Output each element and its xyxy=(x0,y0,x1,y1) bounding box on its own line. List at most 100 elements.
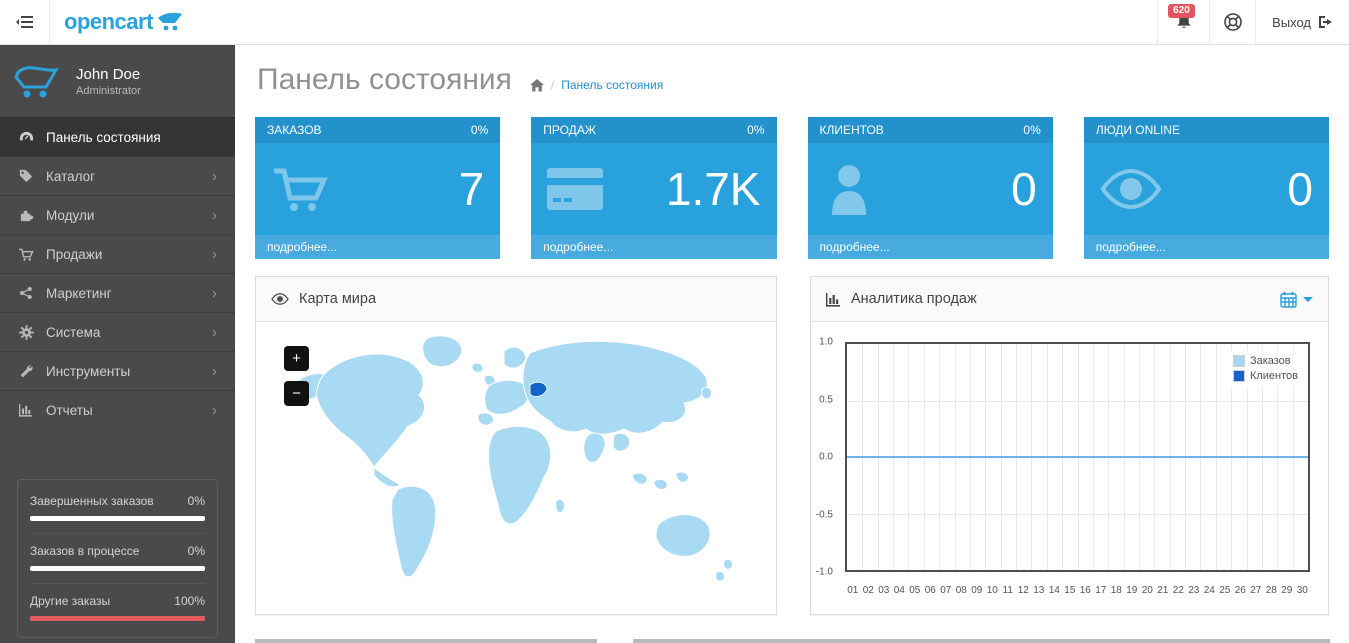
tile-orders: ЗАКАЗОВ 0% 7 подробнее... xyxy=(255,117,501,259)
x-tick-label: 28 xyxy=(1265,585,1277,596)
caret-down-icon xyxy=(1303,296,1313,302)
legend-swatch-icon xyxy=(1232,355,1245,367)
legend-entry: Заказов xyxy=(1232,355,1298,367)
breadcrumb: / Панель состояния xyxy=(529,78,663,92)
next-panel-edge-right xyxy=(633,639,1330,643)
tile-value: 0 xyxy=(1011,163,1037,215)
tile-more-link[interactable]: подробнее... xyxy=(807,235,1053,259)
grid-hline xyxy=(847,400,1308,402)
x-tick-label: 24 xyxy=(1203,585,1215,596)
share-icon xyxy=(18,286,34,300)
stat-value: 0% xyxy=(187,494,205,508)
user-name: John Doe xyxy=(76,65,141,83)
x-tick-label: 06 xyxy=(924,585,936,596)
x-tick-label: 29 xyxy=(1281,585,1293,596)
sidebar-nav: Панель состояния Каталог › Модули › Прод… xyxy=(0,117,235,429)
legend-label: Заказов xyxy=(1249,355,1291,367)
x-tick-label: 17 xyxy=(1095,585,1107,596)
breadcrumb-link-dashboard[interactable]: Панель состояния xyxy=(561,78,663,92)
stat-label: Заказов в процессе xyxy=(30,544,140,558)
sidebar-item-reports[interactable]: Отчеты › xyxy=(0,390,235,429)
world-map[interactable] xyxy=(256,322,776,614)
sign-out-icon xyxy=(1318,15,1333,29)
sidebar-item-sales[interactable]: Продажи › xyxy=(0,234,235,273)
page-title: Панель состояния xyxy=(257,63,512,96)
sales-analytics-heading: Аналитика продаж xyxy=(811,277,1328,322)
sidebar-item-label: Отчеты xyxy=(46,402,93,418)
x-tick-label: 11 xyxy=(1002,585,1013,596)
sidebar-item-system[interactable]: Система › xyxy=(0,312,235,351)
chart-x-axis: 01 02 03 04 05 06 07 08 09 10 11 12 13 14 15 16 17 18 19 20… xyxy=(845,585,1310,596)
x-tick-label: 09 xyxy=(971,585,983,596)
x-tick-label: 19 xyxy=(1126,585,1138,596)
logout-button[interactable]: Выход xyxy=(1255,0,1349,44)
tile-more-link[interactable]: подробнее... xyxy=(1083,235,1329,259)
sidebar-item-label: Инструменты xyxy=(46,363,131,379)
logout-label: Выход xyxy=(1272,14,1311,30)
map-zoom-in-button[interactable]: + xyxy=(284,346,309,371)
sidebar-item-label: Маркетинг xyxy=(46,285,112,301)
x-tick-label: 13 xyxy=(1033,585,1045,596)
chevron-right-icon: › xyxy=(212,362,217,380)
progress-bar xyxy=(30,616,205,621)
support-button[interactable] xyxy=(1209,0,1255,44)
y-tick-label: -1.0 xyxy=(815,566,833,578)
stat-value: 0% xyxy=(187,544,205,558)
stat-label: Другие заказы xyxy=(30,594,111,608)
next-panel-edge-left xyxy=(255,639,597,643)
map-zoom-controls: + − xyxy=(284,346,309,406)
user-role: Administrator xyxy=(76,84,141,97)
menu-toggle-button[interactable] xyxy=(0,0,50,44)
tile-customers: КЛИЕНТОВ 0% 0 подробнее... xyxy=(807,117,1053,259)
stat-label: Завершенных заказов xyxy=(30,494,154,508)
home-icon[interactable] xyxy=(529,78,544,92)
tile-value: 1.7K xyxy=(665,163,761,215)
cart-icon xyxy=(271,164,329,214)
tag-icon xyxy=(18,169,34,183)
x-tick-label: 25 xyxy=(1219,585,1231,596)
progress-bar xyxy=(30,516,205,521)
date-range-button[interactable] xyxy=(1280,291,1313,308)
puzzle-icon xyxy=(18,208,34,223)
tile-label: ПРОДАЖ xyxy=(543,123,596,137)
sales-analytics-body: 1.0 0.5 0.0 -0.5 -1.0 Заказов Клиентов 01 02 03… xyxy=(811,322,1328,614)
sidebar-item-label: Каталог xyxy=(46,168,96,184)
x-tick-label: 02 xyxy=(862,585,874,596)
sidebar-item-catalog[interactable]: Каталог › xyxy=(0,156,235,195)
tile-more-link[interactable]: подробнее... xyxy=(255,235,501,259)
sidebar-item-dashboard[interactable]: Панель состояния xyxy=(0,117,235,156)
tile-percent: 0% xyxy=(1023,123,1041,137)
calendar-icon xyxy=(1280,291,1297,308)
brand-text: opencart xyxy=(64,9,153,34)
x-tick-label: 18 xyxy=(1110,585,1122,596)
stat-tiles-row: ЗАКАЗОВ 0% 7 подробнее... ПРОДАЖ 0% 1.7K… xyxy=(255,117,1329,259)
chevron-right-icon: › xyxy=(212,206,217,224)
x-tick-label: 08 xyxy=(955,585,967,596)
tile-percent: 0% xyxy=(470,123,489,137)
stat-value: 100% xyxy=(174,594,205,608)
notifications-button[interactable]: 620 xyxy=(1157,0,1209,44)
breadcrumb-separator: / xyxy=(550,78,555,92)
sidebar-item-marketing[interactable]: Маркетинг › xyxy=(0,273,235,312)
sidebar-item-tools[interactable]: Инструменты › xyxy=(0,351,235,390)
tile-more-link[interactable]: подробнее... xyxy=(531,235,777,259)
sidebar-item-modules[interactable]: Модули › xyxy=(0,195,235,234)
x-tick-label: 16 xyxy=(1079,585,1091,596)
stat-processing-orders: Заказов в процессе 0% xyxy=(30,533,205,583)
tile-people-online: ЛЮДИ ONLINE 0 подробнее... xyxy=(1083,117,1329,259)
brand-logo[interactable]: opencart xyxy=(50,0,197,44)
eye-icon xyxy=(1100,169,1162,209)
stat-other-orders: Другие заказы 100% xyxy=(30,583,205,633)
dashboard-icon xyxy=(18,130,34,145)
y-tick-label: 0.0 xyxy=(819,451,833,463)
grid-hline xyxy=(847,513,1308,515)
map-zoom-out-button[interactable]: − xyxy=(284,381,309,406)
bar-chart-icon xyxy=(18,403,34,417)
chart-series-line xyxy=(847,456,1308,458)
x-tick-label: 04 xyxy=(893,585,905,596)
life-ring-icon xyxy=(1223,12,1243,32)
y-tick-label: -0.5 xyxy=(815,509,833,520)
user-icon xyxy=(824,163,874,215)
x-tick-label: 21 xyxy=(1157,585,1169,596)
x-tick-label: 14 xyxy=(1048,585,1060,596)
